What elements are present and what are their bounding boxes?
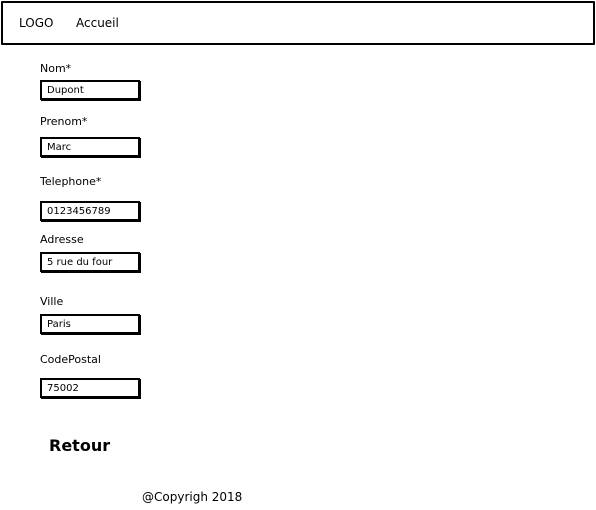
back-button[interactable]: Retour [49, 436, 110, 455]
adresse-input[interactable] [40, 252, 140, 272]
nav-link-accueil[interactable]: Accueil [76, 16, 119, 30]
logo: LOGO [19, 16, 54, 30]
footer-copyright: @Copyrigh 2018 [142, 490, 243, 504]
navbar: LOGO Accueil [1, 1, 595, 45]
label-prenom: Prenom* [40, 115, 88, 128]
prenom-input[interactable] [40, 137, 140, 157]
label-nom: Nom* [40, 62, 72, 75]
codepostal-input[interactable] [40, 378, 140, 398]
page: LOGO Accueil Nom* Prenom* Telephone* Adr… [0, 0, 596, 510]
telephone-input[interactable] [40, 201, 140, 221]
label-adresse: Adresse [40, 233, 84, 246]
nom-input[interactable] [40, 80, 140, 100]
ville-input[interactable] [40, 314, 140, 334]
label-ville: Ville [40, 295, 64, 308]
label-telephone: Telephone* [40, 175, 102, 188]
label-codepostal: CodePostal [40, 353, 101, 366]
